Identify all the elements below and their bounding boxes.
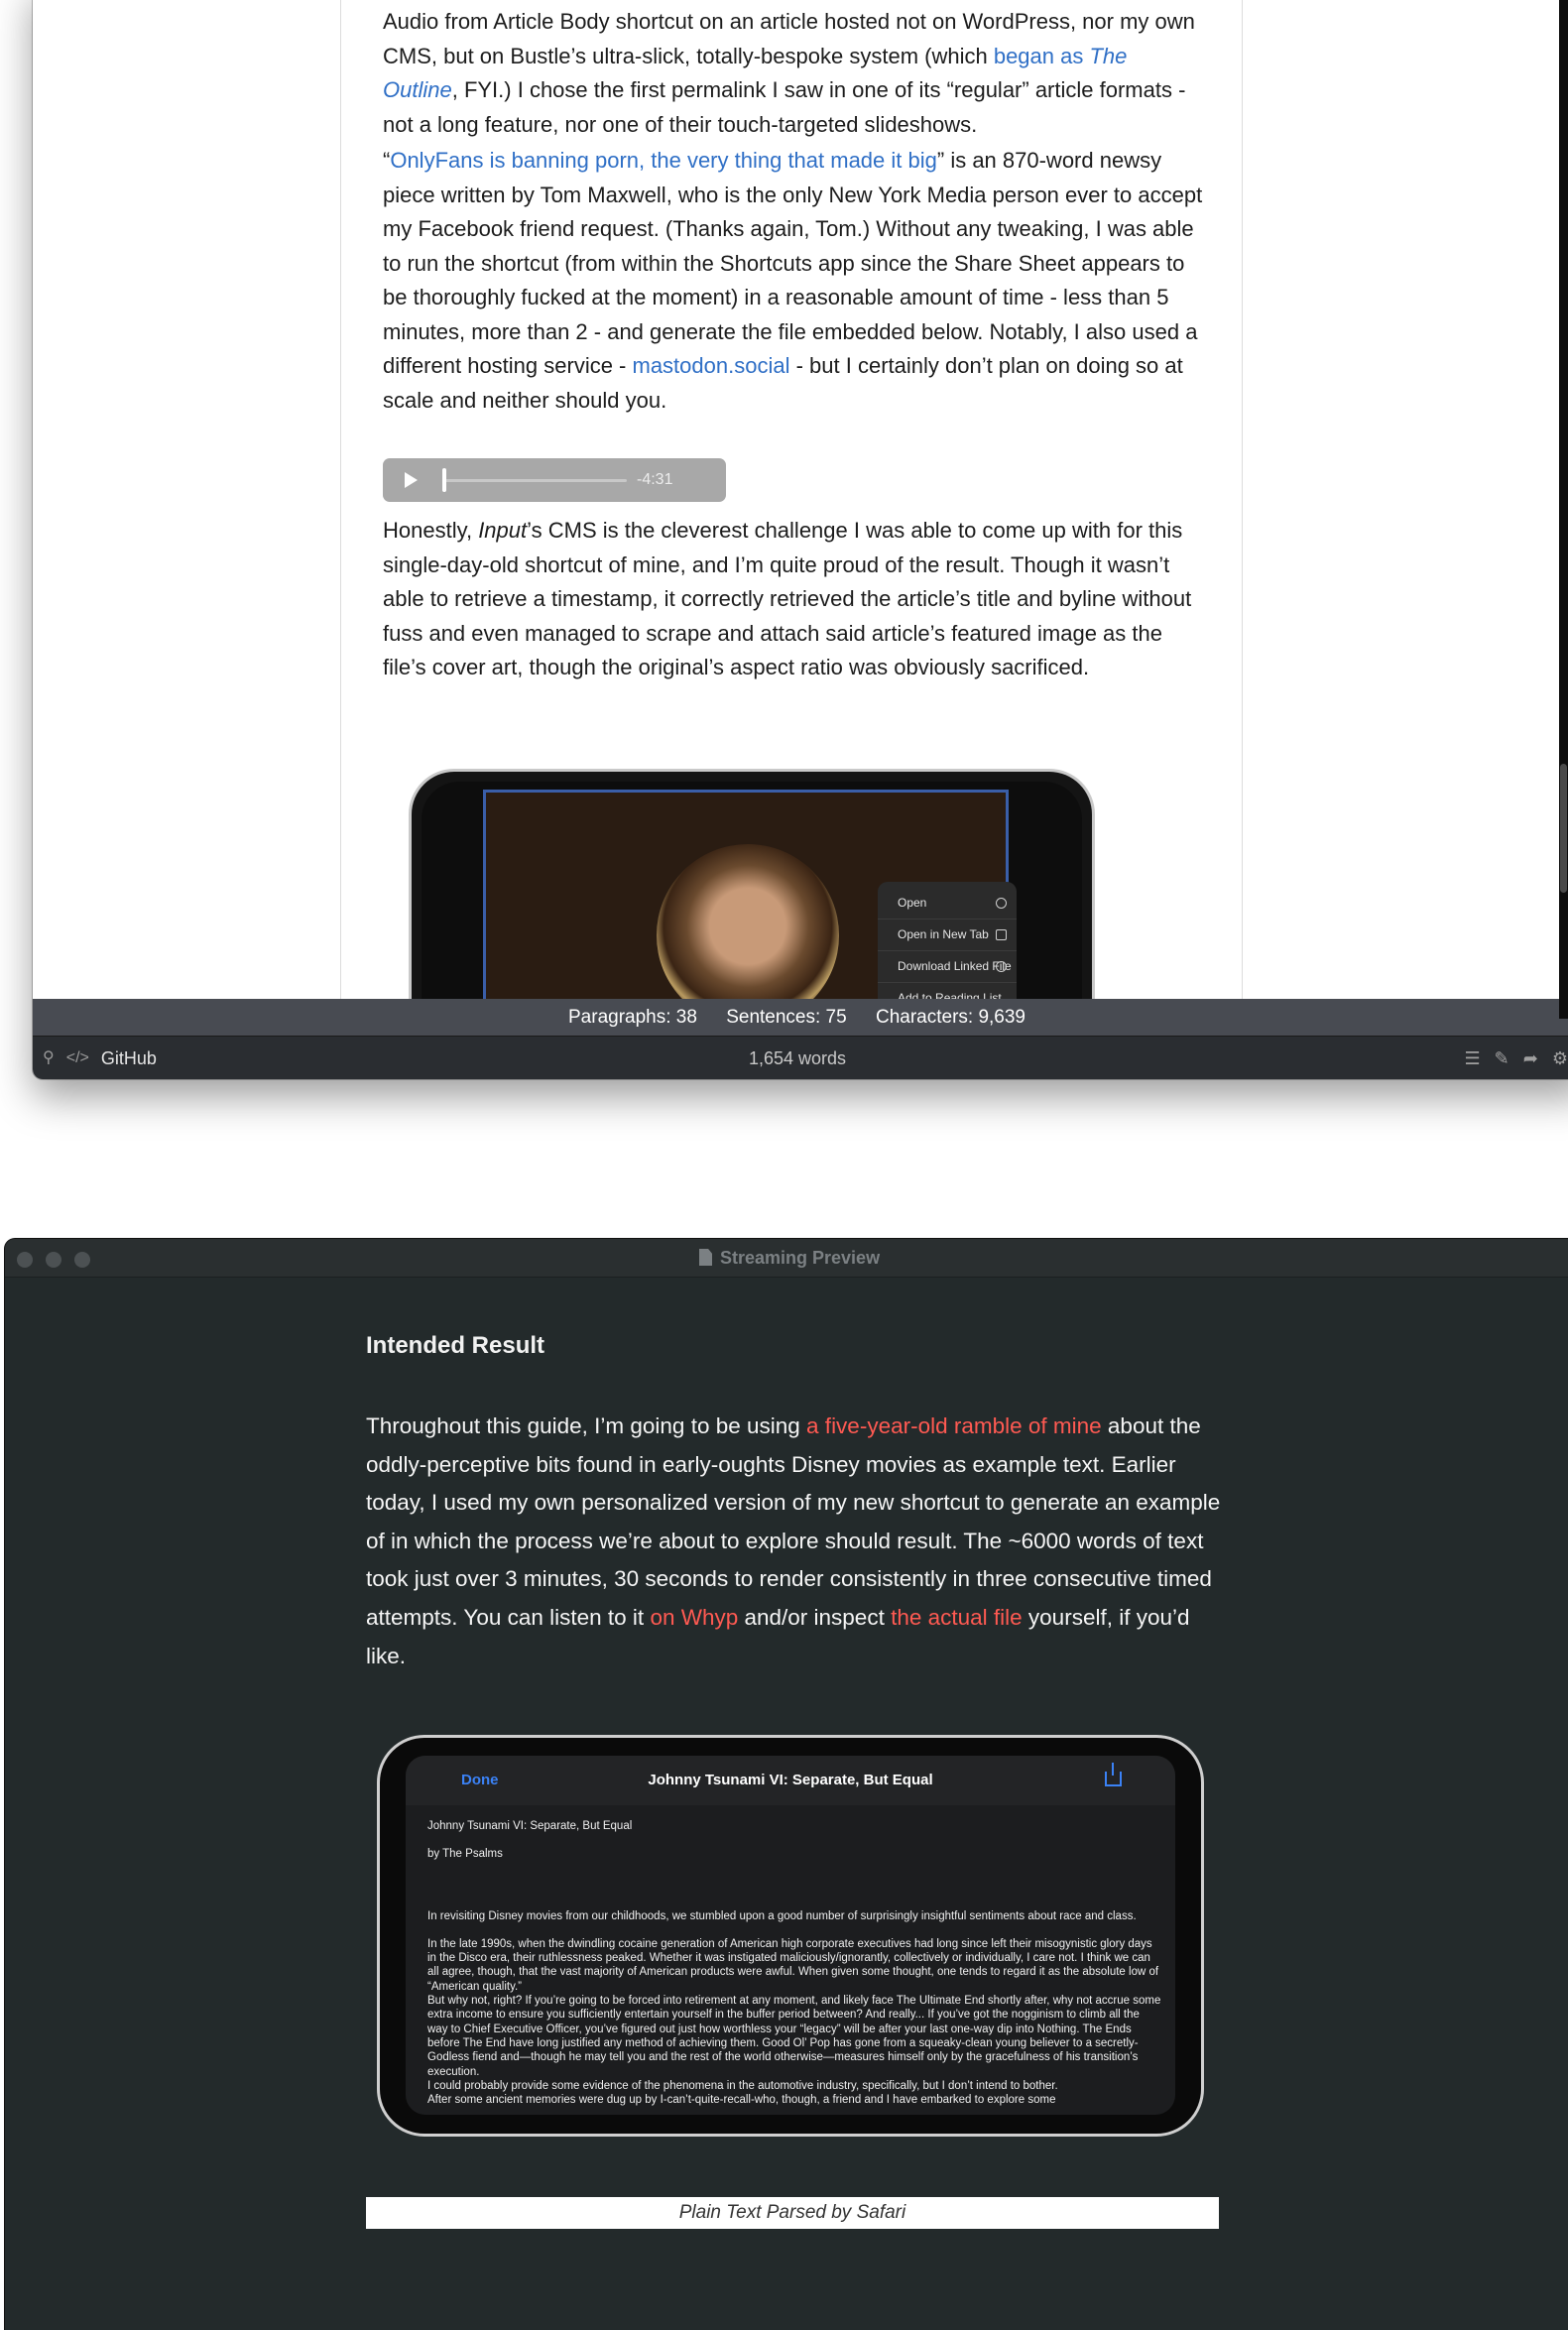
pin-icon[interactable]: ⚲	[43, 1037, 55, 1079]
play-icon[interactable]	[403, 471, 419, 489]
pen-icon[interactable]: ✎	[1495, 1037, 1509, 1079]
scrollbar[interactable]	[1559, 0, 1568, 1019]
paragraph-input-cms: Honestly, Input’s CMS is the cleverest c…	[383, 518, 1192, 679]
compass-icon	[996, 898, 1007, 909]
window-title: Streaming Preview	[699, 1239, 880, 1277]
actual-file-link[interactable]: the actual file	[891, 1605, 1023, 1630]
menu-item-open-new-tab: Open in New Tab	[878, 920, 1017, 951]
paragraph-count: Paragraphs: 38	[568, 1007, 697, 1028]
share-icon[interactable]: ➦	[1523, 1037, 1538, 1079]
editor-page[interactable]: Audio from Article Body shortcut on an a…	[340, 0, 1243, 1056]
close-button[interactable]	[17, 1252, 33, 1268]
gear-icon[interactable]: ⚙	[1552, 1037, 1568, 1079]
phone-navbar: Done Johnny Tsunami VI: Separate, But Eq…	[406, 1756, 1175, 1805]
time-remaining: -4:31	[637, 471, 673, 488]
new-tab-icon	[996, 929, 1007, 940]
guide-paragraph: Throughout this guide, I’m going to be u…	[366, 1413, 1221, 1668]
phone-nav-title: Johnny Tsunami VI: Separate, But Equal	[648, 1772, 933, 1788]
audio-scrubber-knob[interactable]	[442, 468, 446, 492]
audio-player[interactable]: -4:31	[383, 458, 726, 502]
whyp-link[interactable]: on Whyp	[650, 1605, 738, 1630]
section-heading: Intended Result	[366, 1332, 545, 1359]
paragraph-text: , FYI.) I chose the first permalink I sa…	[383, 77, 1186, 137]
word-count[interactable]: 1,654 words	[749, 1037, 846, 1079]
outline-icon[interactable]: ☰	[1465, 1037, 1481, 1079]
document-icon	[699, 1249, 712, 1266]
sentence-count: Sentences: 75	[726, 1007, 847, 1028]
scrollbar-thumb[interactable]	[1560, 764, 1567, 893]
character-count: Characters: 9,639	[875, 1007, 1025, 1028]
audio-scrubber[interactable]	[442, 479, 627, 482]
preview-window: Streaming Preview Intended Result Throug…	[5, 1239, 1568, 2330]
document-stats-bar: Paragraphs: 38 Sentences: 75 Characters:…	[33, 999, 1568, 1036]
preview-titlebar: Streaming Preview	[5, 1239, 1568, 1278]
download-icon	[996, 961, 1007, 972]
embedded-phone-screenshot: Done Johnny Tsunami VI: Separate, But Eq…	[377, 1735, 1204, 2137]
paragraph-onlyfans: “OnlyFans is banning porn, the very thin…	[383, 148, 1203, 413]
menu-item-reading-list: Add to Reading List	[898, 991, 1002, 999]
minimize-button[interactable]	[46, 1252, 61, 1268]
ramble-link[interactable]: a five-year-old ramble of mine	[806, 1413, 1102, 1438]
zoom-button[interactable]	[74, 1252, 90, 1268]
paragraph-shortcut-intro: Audio from Article Body shortcut on an a…	[383, 5, 1206, 142]
plain-text-document: Johnny Tsunami VI: Separate, But Equal b…	[427, 1820, 1161, 2107]
editor-window: Audio from Article Body shortcut on an a…	[33, 0, 1568, 1079]
share-icon	[1105, 1763, 1122, 1786]
menu-item-open: Open	[878, 888, 1017, 920]
editor-toolbar: ⚲ </> GitHub 1,654 words ☰ ✎ ➦ ⚙	[33, 1036, 1568, 1079]
onlyfans-article-link[interactable]: OnlyFans is banning porn, the very thing…	[390, 148, 937, 173]
mastodon-social-link[interactable]: mastodon.social	[633, 353, 790, 378]
menu-item-download: Download Linked File	[878, 951, 1017, 983]
github-label[interactable]: GitHub	[101, 1037, 157, 1079]
code-icon[interactable]: </>	[66, 1037, 89, 1079]
image-caption: Plain Text Parsed by Safari	[366, 2197, 1219, 2229]
phone-screen: Done Johnny Tsunami VI: Separate, But Eq…	[406, 1756, 1175, 2115]
